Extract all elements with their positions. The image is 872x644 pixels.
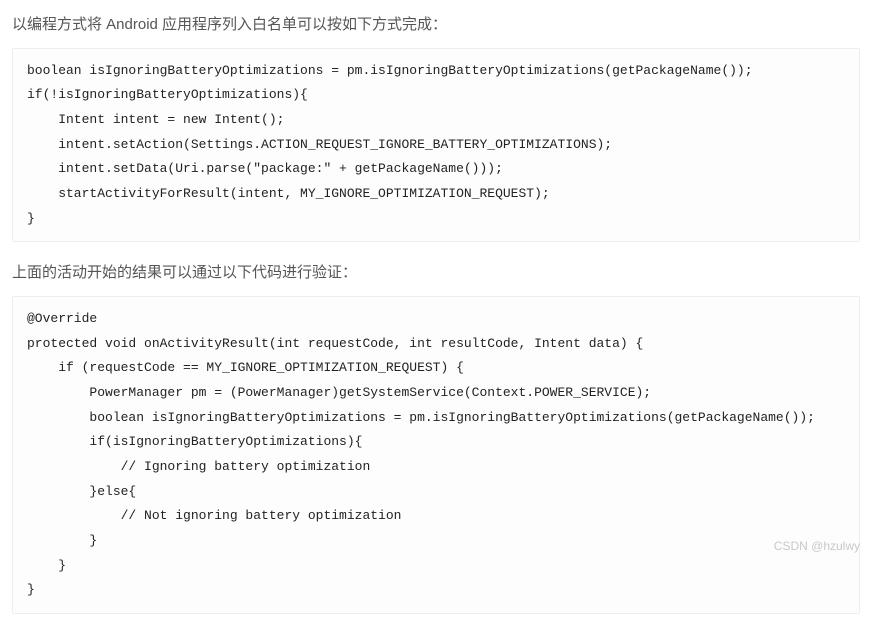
code-block-1: boolean isIgnoringBatteryOptimizations =…: [12, 48, 860, 243]
verify-paragraph: 上面的活动开始的结果可以通过以下代码进行验证：: [12, 260, 860, 286]
code-content-1: boolean isIgnoringBatteryOptimizations =…: [27, 59, 845, 232]
intro-paragraph: 以编程方式将 Android 应用程序列入白名单可以按如下方式完成：: [12, 12, 860, 38]
code-block-2: @Override protected void onActivityResul…: [12, 296, 860, 614]
watermark-text: CSDN @hzulwy: [774, 539, 860, 553]
